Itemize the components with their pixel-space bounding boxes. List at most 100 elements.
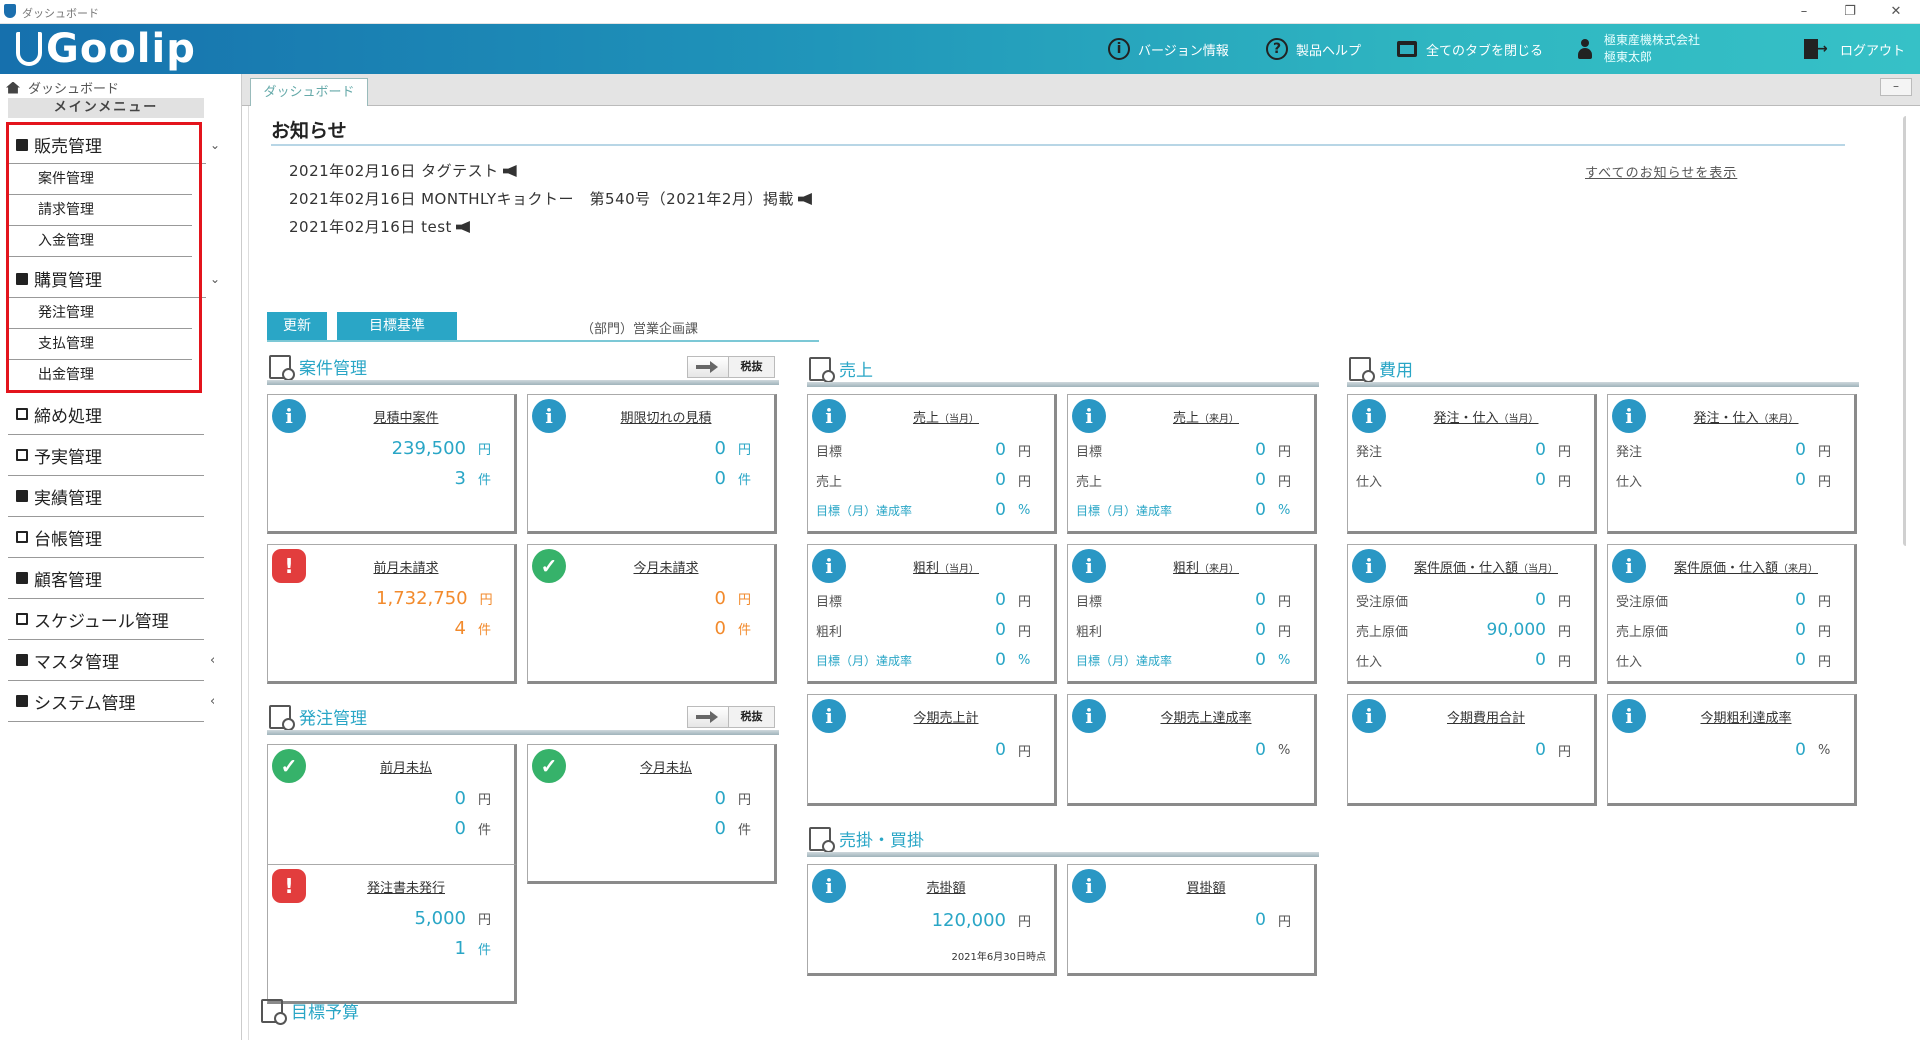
card-kongetsu-harai[interactable]: ✓ 今月未払 0円 0件 [527, 744, 777, 884]
card-hatchu-current[interactable]: i 発注・仕入（当月） 発注 0 円 仕入 0 円 [1347, 394, 1597, 534]
card-genka-next[interactable]: i 案件原価・仕入額（来月） 受注原価 0 円 売上原価 0 円 仕入 0 円 [1607, 544, 1857, 684]
show-all-news-link[interactable]: すべてのお知らせを表示 [1585, 162, 1737, 181]
card-arari-current[interactable]: i 粗利（当月） 目標 0 円 粗利 0 円 目標（月）達成率 0% [807, 544, 1057, 684]
sidebar-item-shime[interactable]: 締め処理 [8, 394, 204, 435]
card-uriage-next[interactable]: i 売上（来月） 目標 0 円 売上 0 円 目標（月）達成率 0% [1067, 394, 1317, 534]
card-kigen[interactable]: i 期限切れの見積 0円 0件 [527, 394, 777, 534]
sidebar-dashboard-link[interactable]: ダッシュボード [6, 78, 119, 97]
sidebar-item-sales[interactable]: 販売管理 ⌄ [6, 126, 220, 164]
card-arari-next[interactable]: i 粗利（来月） 目標 0 円 粗利 0 円 目標（月）達成率 0% [1067, 544, 1317, 684]
sidebar-item-purchase[interactable]: 購買管理 ⌄ [6, 260, 220, 298]
sidebar-subitem-shiharai[interactable]: 支払管理 [6, 329, 192, 360]
card-kaikake[interactable]: i 買掛額 0円 [1067, 864, 1317, 976]
sidebar-subitem-anken[interactable]: 案件管理 [6, 164, 192, 195]
card-title[interactable]: 今期売上計 [848, 707, 1044, 726]
restore-button[interactable]: ❐ [1836, 2, 1864, 22]
info-icon: i [1072, 399, 1106, 433]
sidebar-item-master[interactable]: マスタ管理 ‹ [8, 640, 215, 681]
divider [271, 144, 1845, 146]
document-search-icon [269, 704, 295, 731]
card-kouki-tassei[interactable]: i 今期売上達成率 0% [1067, 694, 1317, 806]
goolip-logo[interactable]: Goolip [16, 27, 196, 71]
card-title[interactable]: 売掛額 [848, 877, 1044, 896]
sidebar-item-kokyaku[interactable]: 顧客管理 [8, 558, 204, 599]
product-help-button[interactable]: ? 製品ヘルプ [1266, 24, 1361, 74]
scrollbar[interactable] [1903, 116, 1906, 546]
window-titlebar: ダッシュボード – ❐ ✕ [0, 0, 1920, 24]
news-item[interactable]: 2021年02月16日 タグテスト [289, 160, 517, 181]
info-icon: i [1612, 399, 1646, 433]
chart-icon [261, 998, 287, 1025]
card-title[interactable]: 今期売上達成率 [1108, 707, 1304, 726]
card-kouki-uriage[interactable]: i 今期売上計 0円 [807, 694, 1057, 806]
megaphone-icon [502, 165, 517, 177]
section-title-uriage: 売上 [809, 356, 873, 383]
card-title[interactable]: 今期費用合計 [1388, 707, 1584, 726]
sidebar-item-jisseki[interactable]: 実績管理 [8, 476, 204, 517]
sidebar-subitem-shukkin[interactable]: 出金管理 [6, 360, 192, 391]
card-kouki-arari[interactable]: i 今期粗利達成率 0% [1607, 694, 1857, 806]
card-genka-current[interactable]: i 案件原価・仕入額（当月） 受注原価 0 円 売上原価 90,000 円 仕入 0 円 [1347, 544, 1597, 684]
card-title: 発注・仕入 [1693, 411, 1759, 426]
panel-minimize-button[interactable]: – [1880, 78, 1912, 96]
sidebar-subitem-nyukin[interactable]: 入金管理 [6, 226, 192, 257]
section-title-urikake: 売掛・買掛 [809, 826, 924, 853]
arrow-right-icon [688, 357, 728, 377]
department-label[interactable]: （部門）営業企画課 [581, 318, 698, 337]
card-title[interactable]: 買掛額 [1108, 877, 1304, 896]
info-icon: i [1352, 699, 1386, 733]
section-underline [267, 730, 779, 735]
home-icon [6, 81, 20, 94]
card-title[interactable]: 前月未請求 [308, 557, 504, 576]
card-hatchu-next[interactable]: i 発注・仕入（来月） 発注 0 円 仕入 0 円 [1607, 394, 1857, 534]
info-icon: i [1072, 549, 1106, 583]
card-zengetsu-seikyu[interactable]: ! 前月未請求 1,732,750 円 4件 [267, 544, 517, 684]
card-title[interactable]: 見積中案件 [308, 407, 504, 426]
logout-button[interactable]: ログアウト [1800, 24, 1905, 74]
news-item[interactable]: 2021年02月16日 test [289, 216, 470, 237]
version-info-button[interactable]: i バージョン情報 [1108, 24, 1229, 74]
chart-icon [16, 449, 28, 461]
card-uriage-current[interactable]: i 売上（当月） 目標 0 円 売上 0 円 目標（月）達成率 0% [807, 394, 1057, 534]
target-basis-button[interactable]: 目標基準 [337, 312, 457, 340]
sidebar-item-daicho[interactable]: 台帳管理 [8, 517, 204, 558]
card-kongetsu-seikyu[interactable]: ✓ 今月未請求 0円 0件 [527, 544, 777, 684]
tab-dashboard[interactable]: ダッシュボード [250, 78, 368, 106]
info-icon: i [272, 399, 306, 433]
info-icon: i [812, 399, 846, 433]
card-title[interactable]: 前月未払 [308, 757, 504, 776]
card-hatchusho[interactable]: ! 発注書未発行 5,000 円 1件 [267, 864, 517, 1004]
close-button[interactable]: ✕ [1882, 2, 1910, 22]
news-item[interactable]: 2021年02月16日 MONTHLYキョクトー 第540号（2021年2月）掲… [289, 188, 812, 209]
tax-toggle-anken[interactable]: 税抜 [687, 356, 775, 378]
folder-icon [1397, 41, 1417, 57]
card-title[interactable]: 発注書未発行 [308, 877, 504, 896]
card-mitsumori[interactable]: i 見積中案件 239,500 円 3件 [267, 394, 517, 534]
checkbox-icon [16, 408, 28, 420]
section-underline [1347, 382, 1859, 387]
minimize-button[interactable]: – [1790, 2, 1818, 22]
sidebar-subitem-seikyu[interactable]: 請求管理 [6, 195, 192, 226]
chevron-down-icon: ⌄ [210, 272, 221, 286]
section-underline [267, 380, 779, 385]
sidebar-item-system[interactable]: システム管理 ‹ [8, 681, 215, 722]
card-title[interactable]: 今期粗利達成率 [1648, 707, 1844, 726]
card-title[interactable]: 今月未払 [568, 757, 764, 776]
tab-strip: ダッシュボード – [242, 74, 1920, 106]
chevron-left-icon: ‹ [210, 694, 216, 709]
card-zengetsu-harai[interactable]: ✓ 前月未払 0円 0件 [267, 744, 517, 884]
sidebar-subitem-hatchu[interactable]: 発注管理 [6, 298, 192, 329]
card-title[interactable]: 期限切れの見積 [568, 407, 764, 426]
sidebar-item-yojitsu[interactable]: 予実管理 [8, 435, 204, 476]
tax-toggle-hatchu[interactable]: 税抜 [687, 706, 775, 728]
alert-icon: ! [272, 869, 306, 903]
card-urikake[interactable]: i 売掛額 120,000 円 2021年6月30日時点 [807, 864, 1057, 976]
refresh-button[interactable]: 更新 [267, 312, 327, 340]
card-title[interactable]: 今月未請求 [568, 557, 764, 576]
close-all-tabs-button[interactable]: 全てのタブを閉じる [1396, 24, 1543, 74]
sidebar-item-schedule[interactable]: スケジュール管理 [8, 599, 204, 640]
calendar-icon [16, 613, 28, 625]
card-title: 案件原価・仕入額 [1673, 561, 1778, 576]
card-kouki-hiyo[interactable]: i 今期費用合計 0円 [1347, 694, 1597, 806]
section-title-mokuhyo: 目標予算 [261, 998, 359, 1025]
